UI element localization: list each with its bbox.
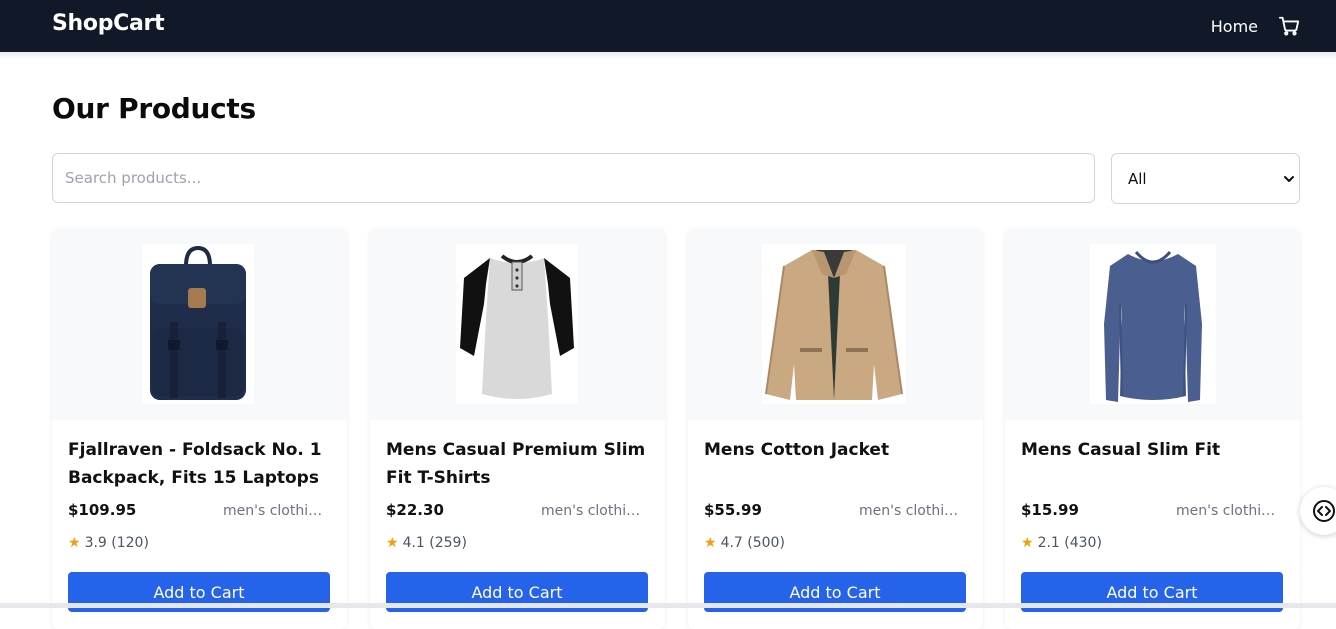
rating-text: 4.7 (500) bbox=[720, 535, 785, 551]
star-icon: ★ bbox=[386, 535, 399, 551]
product-title[interactable]: Mens Casual Slim Fit bbox=[1021, 436, 1283, 464]
product-category: men's clothing bbox=[859, 503, 959, 519]
chevron-down-icon bbox=[1284, 176, 1294, 182]
product-card: Mens Casual Premium Slim Fit T-Shirts $2… bbox=[370, 229, 665, 629]
star-icon: ★ bbox=[704, 535, 717, 551]
floating-code-toggle-button[interactable] bbox=[1300, 487, 1336, 535]
product-image-area bbox=[370, 229, 665, 420]
star-icon: ★ bbox=[68, 535, 81, 551]
product-price: $15.99 bbox=[1021, 501, 1079, 519]
product-category: men's clothing bbox=[541, 503, 641, 519]
product-image-backpack[interactable] bbox=[142, 244, 254, 404]
product-category: men's clothing bbox=[223, 503, 323, 519]
product-image-jacket[interactable] bbox=[762, 244, 906, 404]
brand-logo[interactable]: ShopCart bbox=[52, 11, 165, 36]
category-select[interactable]: All bbox=[1111, 153, 1300, 204]
navbar-shadow bbox=[0, 52, 1336, 60]
product-image-area bbox=[688, 229, 983, 420]
code-icon bbox=[1313, 500, 1335, 522]
product-price: $109.95 bbox=[68, 501, 137, 519]
product-category: men's clothing bbox=[1176, 503, 1276, 519]
product-image-tshirt[interactable] bbox=[456, 244, 578, 404]
category-select-value: All bbox=[1128, 170, 1147, 188]
nav-home-link[interactable]: Home bbox=[1211, 17, 1258, 36]
product-card: Fjallraven - Foldsack No. 1 Backpack, Fi… bbox=[52, 229, 347, 629]
rating-text: 4.1 (259) bbox=[402, 535, 467, 551]
product-title[interactable]: Mens Casual Premium Slim Fit T-Shirts bbox=[386, 436, 648, 492]
rating-text: 3.9 (120) bbox=[84, 535, 149, 551]
navbar: ShopCart Home bbox=[0, 0, 1336, 52]
product-title[interactable]: Mens Cotton Jacket bbox=[704, 436, 966, 464]
product-rating: ★ 3.9 (120) bbox=[68, 535, 149, 551]
product-rating: ★ 4.1 (259) bbox=[386, 535, 467, 551]
product-image-longsleeve[interactable] bbox=[1090, 244, 1216, 404]
product-rating: ★ 4.7 (500) bbox=[704, 535, 785, 551]
search-input[interactable] bbox=[52, 153, 1095, 203]
product-price: $22.30 bbox=[386, 501, 444, 519]
product-price: $55.99 bbox=[704, 501, 762, 519]
product-card: Mens Cotton Jacket $55.99 men's clothing… bbox=[688, 229, 983, 629]
product-rating: ★ 2.1 (430) bbox=[1021, 535, 1102, 551]
rating-text: 2.1 (430) bbox=[1037, 535, 1102, 551]
product-image-area bbox=[52, 229, 347, 420]
product-image-area bbox=[1005, 229, 1300, 420]
product-title[interactable]: Fjallraven - Foldsack No. 1 Backpack, Fi… bbox=[68, 436, 330, 492]
product-card: Mens Casual Slim Fit $15.99 men's clothi… bbox=[1005, 229, 1300, 629]
star-icon: ★ bbox=[1021, 535, 1034, 551]
page-title: Our Products bbox=[52, 92, 256, 125]
bottom-scroll-strip bbox=[0, 603, 1336, 608]
cart-icon[interactable] bbox=[1278, 15, 1300, 37]
nav-right: Home bbox=[1211, 0, 1300, 52]
